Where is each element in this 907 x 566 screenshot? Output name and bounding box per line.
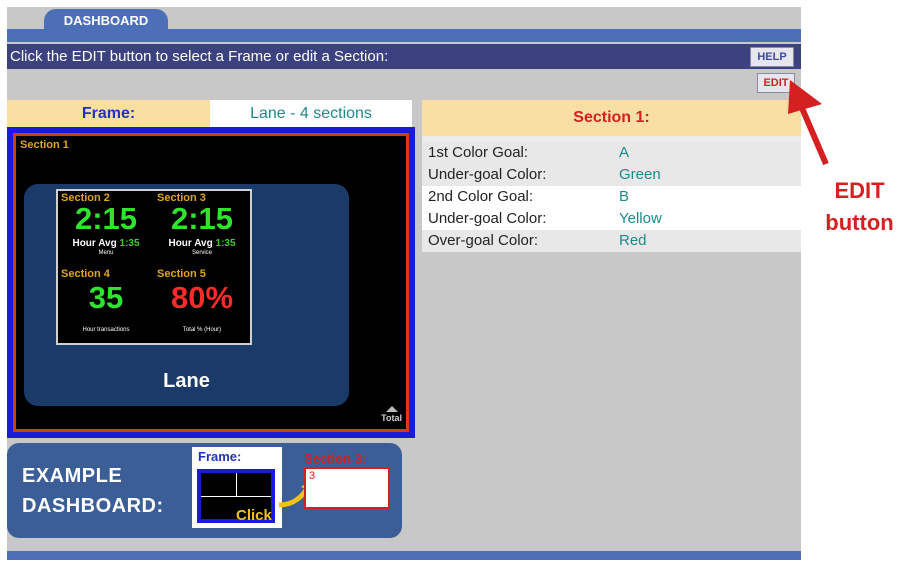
- settings-row: 1st Color Goal: A: [422, 142, 801, 164]
- frame-preview: Section 1 Lane Section 2 2:15 Hour Avg 1…: [7, 127, 415, 438]
- lane-label: Lane: [163, 370, 210, 392]
- setting-value: Green: [619, 166, 661, 183]
- widget-caption: Menu: [98, 250, 114, 256]
- section5-widget[interactable]: Section 5 80% Total % (Hour): [154, 267, 250, 343]
- section1-area[interactable]: Section 1 Lane Section 2 2:15 Hour Avg 1…: [13, 133, 409, 432]
- tab-bar: DASHBOARD: [7, 7, 801, 42]
- widget-label: Section 5: [157, 268, 206, 280]
- example-frame-label: Frame:: [198, 449, 242, 464]
- grid-divider: [236, 473, 237, 496]
- widget-sub-label: Hour Avg: [72, 238, 117, 249]
- example-section-label: Section 3:: [304, 451, 367, 466]
- setting-key: 2nd Color Goal:: [428, 188, 534, 205]
- section2-widget[interactable]: Section 2 2:15 Hour Avg 1:35 Menu: [58, 191, 154, 267]
- instruction-text: Click the EDIT button to select a Frame …: [10, 48, 389, 65]
- section1-label: Section 1: [20, 139, 69, 151]
- example-section-box: 3: [304, 467, 390, 509]
- setting-key: Under-goal Color:: [428, 210, 547, 227]
- settings-row: Under-goal Color: Yellow: [422, 208, 801, 230]
- tab-dashboard[interactable]: DASHBOARD: [44, 9, 168, 34]
- widget-grid: Section 2 2:15 Hour Avg 1:35 Menu Sectio…: [56, 189, 252, 345]
- setting-value: A: [619, 144, 630, 161]
- widget-sub-label: Hour Avg: [168, 238, 213, 249]
- settings-row: Over-goal Color: Red: [422, 230, 801, 252]
- setting-value: Yellow: [619, 210, 662, 227]
- widget-caption: Service: [191, 250, 212, 256]
- widget-sub-value: 1:35: [215, 238, 236, 249]
- edit-button-callout: EDIT button: [812, 175, 907, 239]
- instruction-bar: Click the EDIT button to select a Frame …: [7, 44, 801, 69]
- widget-value: 80%: [170, 280, 234, 315]
- example-frame-card: Frame: Click: [192, 447, 282, 528]
- widget-value: 2:15: [74, 201, 138, 236]
- settings-row: 2nd Color Goal: B: [422, 186, 801, 208]
- section-title: Section 1:: [422, 100, 801, 136]
- total-label: Total: [381, 413, 402, 423]
- grid-divider: [201, 496, 271, 497]
- widget-value: 35: [88, 280, 124, 315]
- click-label: Click: [236, 507, 272, 524]
- widget-sub: Hour Avg 1:35: [58, 238, 154, 249]
- widget-caption: Total % (Hour): [182, 327, 222, 333]
- setting-value: B: [619, 188, 630, 205]
- callout-line1: EDIT: [834, 178, 885, 203]
- section4-widget[interactable]: Section 4 35 Hour transactions: [58, 267, 154, 343]
- bottom-bar: [7, 551, 801, 560]
- triangle-up-icon: [385, 406, 398, 412]
- callout-line2: button: [825, 210, 894, 235]
- example-dashboard: EXAMPLE DASHBOARD: Frame: Click Section …: [7, 443, 402, 538]
- widget-value: 2:15: [170, 201, 234, 236]
- example-title: EXAMPLE DASHBOARD:: [22, 465, 164, 517]
- setting-key: Over-goal Color:: [428, 232, 539, 249]
- setting-key: Under-goal Color:: [428, 166, 547, 183]
- red-arrow-icon: [788, 80, 829, 166]
- widget-label: Section 4: [61, 268, 110, 280]
- total-indicator: Total: [381, 406, 402, 423]
- setting-key: 1st Color Goal:: [428, 144, 529, 161]
- frame-label: Frame:: [7, 100, 210, 127]
- frame-value: Lane - 4 sections: [210, 100, 412, 127]
- widget-caption: Hour transactions: [82, 327, 130, 333]
- example-frame-grid: Click: [201, 473, 272, 524]
- help-button[interactable]: HELP: [750, 47, 794, 67]
- widget-sub-value: 1:35: [119, 238, 140, 249]
- section-settings: 1st Color Goal: A Under-goal Color: Gree…: [422, 142, 801, 252]
- widget-sub: Hour Avg 1:35: [154, 238, 250, 249]
- settings-row: Under-goal Color: Green: [422, 164, 801, 186]
- dashboard-app: DASHBOARD Click the EDIT button to selec…: [7, 7, 801, 560]
- setting-value: Red: [619, 232, 647, 249]
- section3-widget[interactable]: Section 3 2:15 Hour Avg 1:35 Service: [154, 191, 250, 267]
- example-frame-thumbnail: Click: [197, 469, 275, 524]
- example-section-value: 3: [309, 470, 316, 482]
